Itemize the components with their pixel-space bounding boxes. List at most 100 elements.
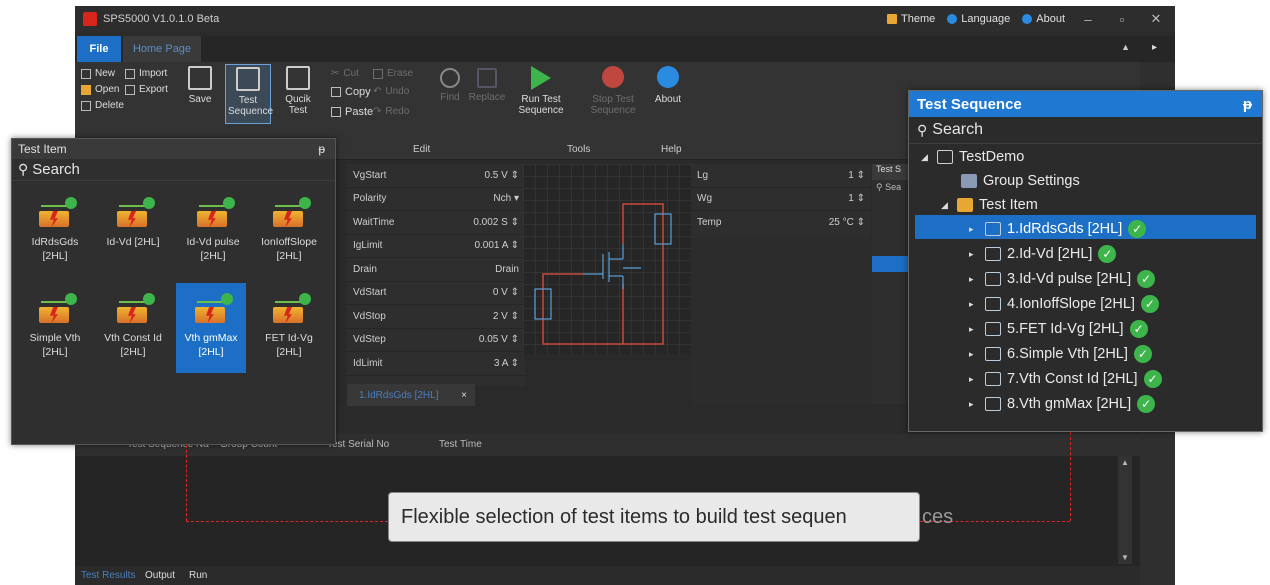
expand-arrow-icon[interactable]: ▸: [969, 249, 979, 260]
property-value[interactable]: 0.001 A ⇕: [474, 240, 519, 251]
test-item-tile[interactable]: Id-Vd [2HL]: [98, 187, 168, 277]
property-row[interactable]: Wg 1 ⇕: [691, 188, 871, 211]
cut-button[interactable]: ✂ Cut: [331, 68, 359, 79]
paste-button[interactable]: Paste: [331, 106, 373, 118]
property-value[interactable]: Nch ▾: [493, 193, 519, 204]
property-row[interactable]: IgLimit 0.001 A ⇕: [347, 235, 525, 258]
property-value[interactable]: 25 °C ⇕: [829, 217, 865, 228]
close-tab-icon[interactable]: ×: [461, 390, 467, 401]
expand-arrow-icon[interactable]: ▸: [969, 374, 979, 385]
test-item-tile-selected[interactable]: Vth gmMax [2HL]: [176, 283, 246, 373]
property-row[interactable]: Lg 1 ⇕: [691, 164, 871, 188]
save-button[interactable]: Save: [185, 66, 215, 105]
tree-node-test-item[interactable]: ▸ 1.IdRdsGds [2HL] ✓: [969, 220, 1147, 238]
expand-arrow-icon[interactable]: ▸: [969, 224, 979, 235]
property-value[interactable]: 0 V ⇕: [493, 287, 519, 298]
property-row[interactable]: VdStop 2 V ⇕: [347, 305, 525, 329]
close-icon[interactable]: ✕: [1145, 11, 1167, 27]
property-row[interactable]: VdStart 0 V ⇕: [347, 282, 525, 305]
property-row[interactable]: Temp 25 °C ⇕: [691, 211, 871, 235]
about-button[interactable]: About: [653, 66, 683, 105]
open-button[interactable]: Open: [81, 84, 119, 95]
maximize-icon[interactable]: ▫: [1111, 12, 1133, 27]
test-item-tile[interactable]: IonIoffSlope [2HL]: [254, 187, 324, 277]
property-row[interactable]: Polarity Nch ▾: [347, 188, 525, 211]
test-sequence-button[interactable]: Test Sequence: [225, 64, 273, 124]
expand-arrow-icon[interactable]: ▸: [969, 299, 979, 310]
expand-right-icon[interactable]: ▸: [1152, 42, 1157, 53]
tree-node-test-item[interactable]: ▸ 7.Vth Const Id [2HL] ✓: [969, 370, 1162, 388]
expand-arrow-icon[interactable]: ◢: [941, 200, 951, 211]
test-item-tile[interactable]: FET Id-Vg [2HL]: [254, 283, 324, 373]
tree-node-root[interactable]: ◢ TestDemo: [921, 149, 1024, 165]
theme-button[interactable]: Theme: [887, 13, 935, 25]
property-row[interactable]: VgStart 0.5 V ⇕: [347, 164, 525, 188]
property-row[interactable]: VdStep 0.05 V ⇕: [347, 329, 525, 352]
property-value[interactable]: 2 V ⇕: [493, 311, 519, 322]
property-value[interactable]: 3 A ⇕: [494, 358, 519, 369]
pin-icon[interactable]: ᵽ: [318, 142, 325, 156]
column-header[interactable]: Test Serial No: [327, 439, 389, 450]
pin-icon[interactable]: ᵽ: [1243, 96, 1252, 113]
results-scrollbar[interactable]: ▲ ▼: [1118, 456, 1132, 564]
find-button[interactable]: Find: [435, 68, 465, 103]
property-row[interactable]: IdLimit 3 A ⇕: [347, 352, 525, 376]
test-item-tile[interactable]: Vth Const Id [2HL]: [98, 283, 168, 373]
test-item-tile[interactable]: Simple Vth [2HL]: [20, 283, 90, 373]
tree-node-test-item[interactable]: ▸ 4.IonIoffSlope [2HL] ✓: [969, 295, 1159, 313]
copy-button[interactable]: Copy: [331, 86, 371, 98]
tab-output[interactable]: Output: [145, 570, 175, 581]
column-header[interactable]: Test Time: [439, 439, 482, 450]
tree-node-label: 7.Vth Const Id [2HL]: [1007, 371, 1138, 387]
delete-button[interactable]: Delete: [81, 100, 124, 111]
minimize-icon[interactable]: –: [1077, 12, 1099, 27]
about-title-button[interactable]: About: [1022, 13, 1065, 25]
expand-arrow-icon[interactable]: ▸: [969, 274, 979, 285]
redo-button[interactable]: ↷ Redo: [373, 106, 409, 117]
test-item-tile[interactable]: IdRdsGds [2HL]: [20, 187, 90, 277]
test-sequence-search[interactable]: ⚲ Search: [909, 117, 1262, 144]
undo-button[interactable]: ↶ Undo: [373, 86, 409, 97]
property-value[interactable]: Drain: [495, 264, 519, 275]
import-button[interactable]: Import: [125, 68, 167, 79]
new-button[interactable]: New: [81, 68, 115, 79]
property-row[interactable]: WaitTime 0.002 S ⇕: [347, 211, 525, 235]
tab-run[interactable]: Run: [189, 570, 207, 581]
collapse-ribbon-icon[interactable]: ▲: [1121, 42, 1130, 52]
expand-arrow-icon[interactable]: ◢: [921, 152, 931, 163]
tab-home-page[interactable]: Home Page: [123, 36, 201, 62]
property-value[interactable]: 1 ⇕: [848, 170, 865, 181]
tab-file[interactable]: File: [77, 36, 121, 62]
binoculars-icon: [440, 68, 460, 88]
run-test-sequence-button[interactable]: Run Test Sequence: [515, 66, 567, 116]
expand-arrow-icon[interactable]: ▸: [969, 324, 979, 335]
test-item-icon: [193, 293, 233, 325]
property-value[interactable]: 0.5 V ⇕: [484, 170, 519, 181]
property-value[interactable]: 0.002 S ⇕: [473, 217, 519, 228]
stop-test-sequence-button[interactable]: Stop Test Sequence: [583, 66, 643, 116]
export-button[interactable]: Export: [125, 84, 168, 95]
tree-node-group-settings[interactable]: Group Settings: [961, 173, 1080, 189]
property-value[interactable]: 1 ⇕: [848, 193, 865, 204]
property-value[interactable]: 0.05 V ⇕: [479, 334, 519, 345]
test-item-search[interactable]: ⚲ Search: [12, 159, 335, 181]
tab-test-results[interactable]: Test Results: [81, 570, 135, 581]
document-tab[interactable]: 1.IdRdsGds [2HL] ×: [347, 384, 475, 406]
erase-button[interactable]: Erase: [373, 68, 413, 79]
scroll-down-icon[interactable]: ▼: [1121, 553, 1129, 562]
language-button[interactable]: Language: [947, 13, 1010, 25]
tree-node-test-item[interactable]: ▸ 8.Vth gmMax [2HL] ✓: [969, 395, 1156, 413]
test-item-tile[interactable]: Id-Vd pulse [2HL]: [178, 187, 248, 277]
tree-node-test-item[interactable]: ▸ 2.Id-Vd [2HL] ✓: [969, 245, 1117, 263]
replace-button[interactable]: Replace: [467, 68, 507, 103]
expand-arrow-icon[interactable]: ▸: [969, 349, 979, 360]
tree-node-test-item[interactable]: ▸ 5.FET Id-Vg [2HL] ✓: [969, 320, 1148, 338]
property-row[interactable]: Drain Drain: [347, 258, 525, 282]
annotation-line: [186, 521, 388, 522]
tree-node-folder[interactable]: ◢ Test Item: [941, 197, 1038, 213]
expand-arrow-icon[interactable]: ▸: [969, 399, 979, 410]
quick-test-button[interactable]: Qucik Test: [277, 66, 319, 116]
scroll-up-icon[interactable]: ▲: [1121, 458, 1129, 467]
tree-node-test-item[interactable]: ▸ 3.Id-Vd pulse [2HL] ✓: [969, 270, 1156, 288]
tree-node-test-item[interactable]: ▸ 6.Simple Vth [2HL] ✓: [969, 345, 1152, 363]
